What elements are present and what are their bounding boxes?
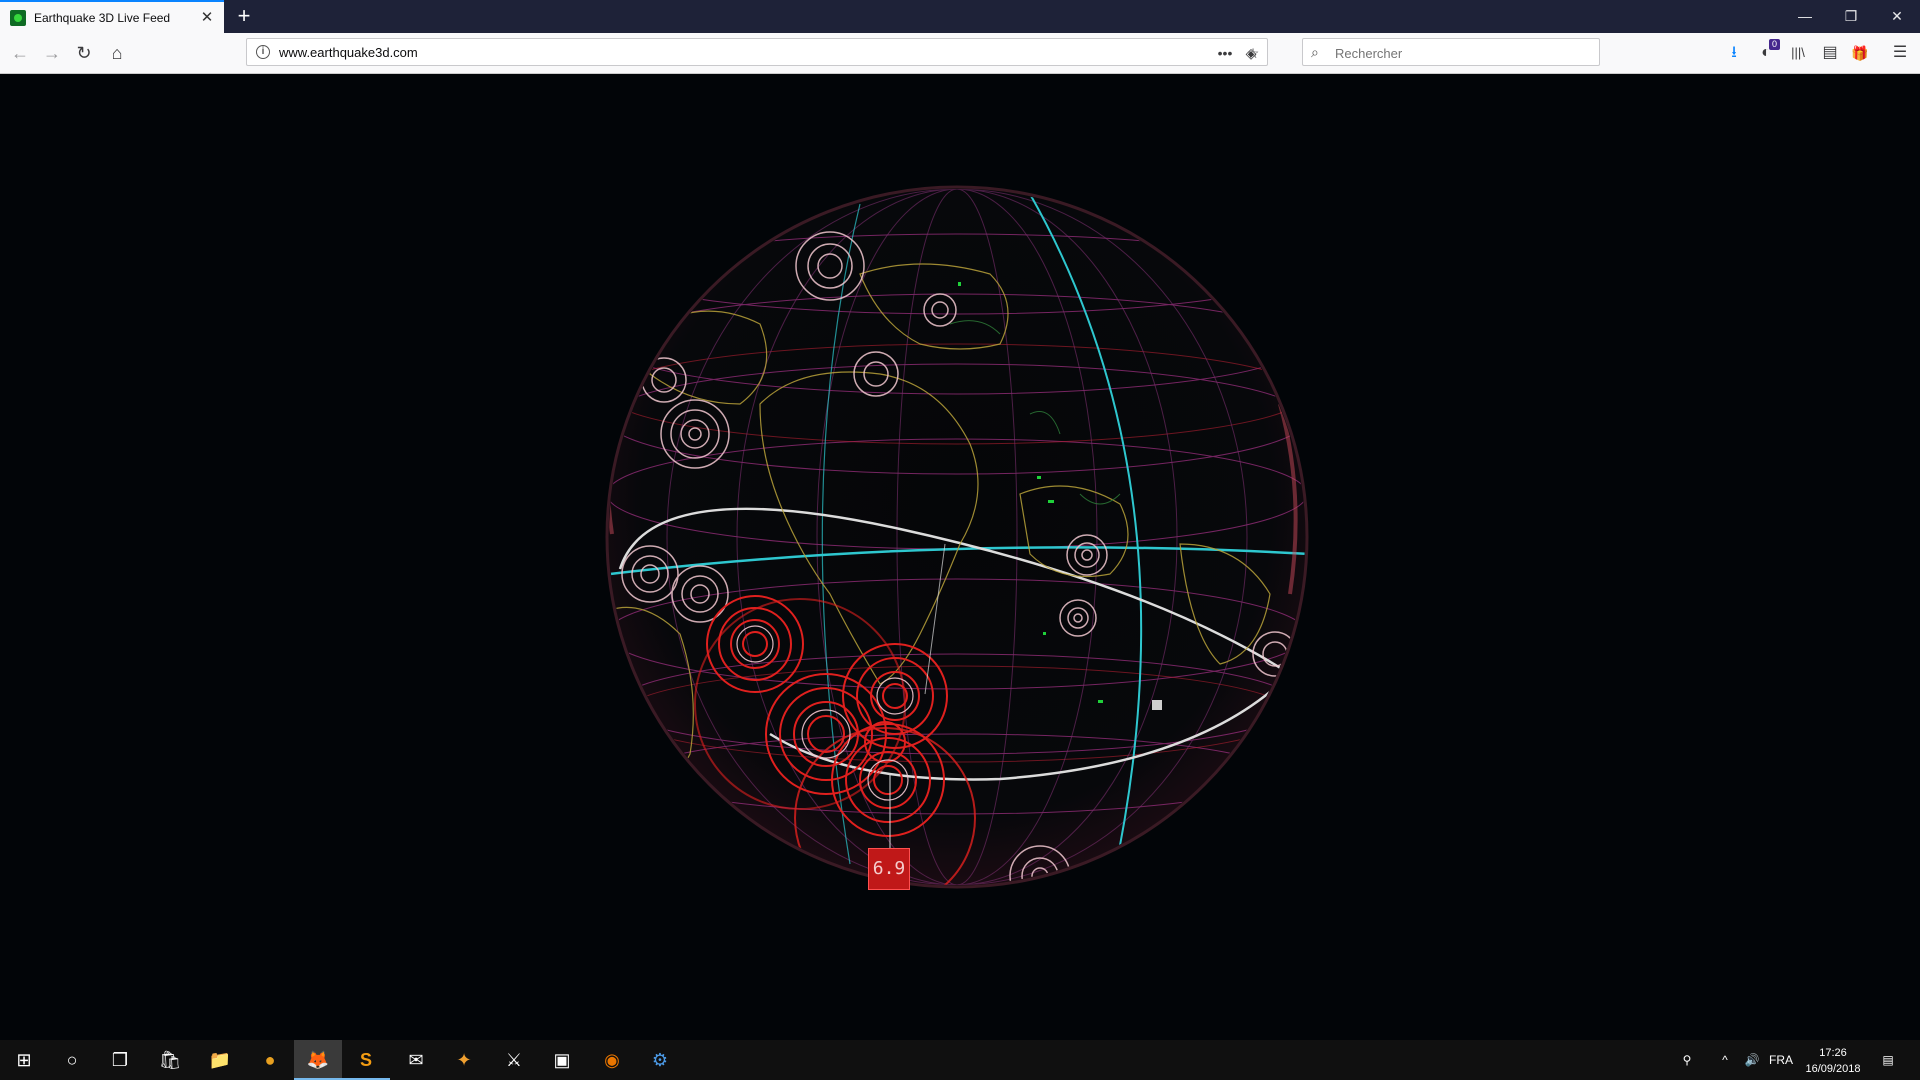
close-tab-icon[interactable]: ✕: [200, 10, 214, 25]
volume-icon[interactable]: 🔊: [1738, 1040, 1766, 1080]
clock-date: 16/09/2018: [1805, 1063, 1861, 1075]
notifications-icon[interactable]: ▤: [1870, 1040, 1906, 1080]
mail-icon[interactable]: ✉: [392, 1040, 440, 1080]
page-actions-icon[interactable]: •••: [1215, 43, 1235, 63]
bookmark-star-icon[interactable]: ☆: [1243, 43, 1263, 63]
terminal-icon[interactable]: ▣: [538, 1040, 586, 1080]
globe-sphere: [605, 185, 1309, 889]
steam-icon[interactable]: ⚙: [636, 1040, 684, 1080]
firefox-icon[interactable]: 🦊: [294, 1040, 342, 1080]
globe-viewport[interactable]: 6.9: [0, 74, 1920, 1040]
forward-button[interactable]: →: [38, 39, 66, 67]
extension-button[interactable]: ◐ 0: [1752, 39, 1780, 67]
browser-navbar: ← → ↻ ⌂ i www.earthquake3d.com ••• ◈ ☆ ⌕…: [0, 33, 1920, 74]
browser-titlebar: Earthquake 3D Live Feed ✕ + — ❐ ✕: [0, 0, 1920, 33]
search-icon: ⌕: [1311, 44, 1319, 60]
app-icon[interactable]: ●: [246, 1040, 294, 1080]
game-icon[interactable]: ✦: [440, 1040, 488, 1080]
file-explorer-icon[interactable]: 📁: [196, 1040, 244, 1080]
windows-taskbar: ⊞ ○ ❐ 🛍 📁 ● 🦊 S ✉ ✦ ⚔ ▣ ◉ ⚙ ⚲ ^ 🔊 FRA 17…: [0, 1040, 1920, 1080]
chevron-up-icon[interactable]: ^: [1712, 1040, 1738, 1080]
task-view-button[interactable]: ❐: [96, 1040, 144, 1080]
language-indicator[interactable]: FRA: [1766, 1040, 1796, 1080]
people-icon[interactable]: ⚲: [1672, 1040, 1702, 1080]
new-tab-button[interactable]: +: [232, 4, 256, 28]
cortana-search-button[interactable]: ○: [48, 1040, 96, 1080]
tab-earthquake-3d[interactable]: Earthquake 3D Live Feed ✕: [0, 0, 224, 33]
start-button[interactable]: ⊞: [0, 1040, 48, 1080]
clock[interactable]: 17:26 16/09/2018: [1796, 1042, 1870, 1078]
download-icon[interactable]: ⭳: [1720, 39, 1748, 67]
blender-icon[interactable]: ◉: [588, 1040, 636, 1080]
home-button[interactable]: ⌂: [103, 39, 131, 67]
earthquake-globe[interactable]: [0, 74, 1920, 1040]
library-icon[interactable]: |||\: [1784, 39, 1812, 67]
sublime-text-icon[interactable]: S: [342, 1040, 390, 1080]
address-bar[interactable]: i www.earthquake3d.com ••• ◈ ☆: [246, 38, 1268, 66]
search-input[interactable]: [1333, 43, 1587, 63]
back-button[interactable]: ←: [6, 39, 34, 67]
tab-title: Earthquake 3D Live Feed: [34, 10, 171, 25]
restore-button[interactable]: ❐: [1828, 0, 1874, 33]
site-info-icon[interactable]: i: [256, 45, 270, 59]
menu-icon[interactable]: ☰: [1886, 39, 1914, 67]
magnitude-label[interactable]: 6.9: [868, 848, 910, 890]
skyrim-icon[interactable]: ⚔: [490, 1040, 538, 1080]
address-url[interactable]: www.earthquake3d.com: [279, 45, 418, 60]
search-bar[interactable]: ⌕: [1302, 38, 1600, 66]
store-icon[interactable]: 🛍: [146, 1040, 194, 1080]
sidebar-icon[interactable]: ▤: [1816, 39, 1844, 67]
close-window-button[interactable]: ✕: [1874, 0, 1920, 33]
earth-icon: [10, 9, 26, 26]
gift-icon[interactable]: 🎁: [1846, 39, 1874, 67]
extension-badge: 0: [1768, 39, 1780, 50]
reload-button[interactable]: ↻: [70, 39, 98, 67]
minimize-button[interactable]: —: [1782, 0, 1828, 33]
clock-time: 17:26: [1819, 1047, 1847, 1059]
